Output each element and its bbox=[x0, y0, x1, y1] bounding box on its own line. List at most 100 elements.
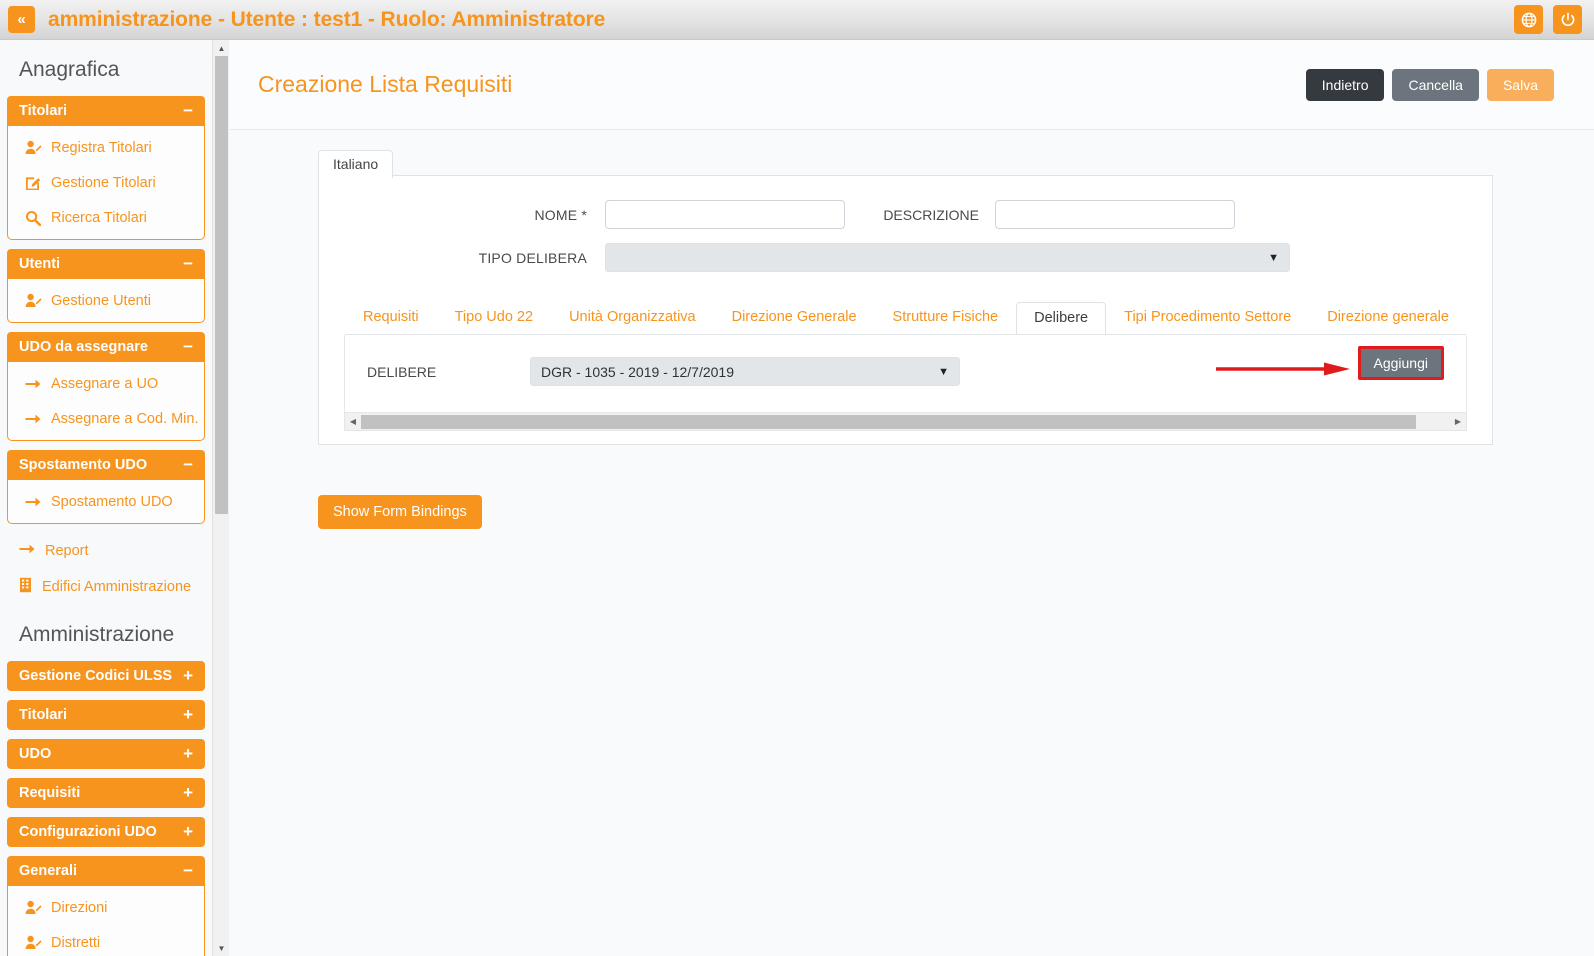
sidebar-group-label: UDO da assegnare bbox=[19, 339, 148, 355]
tab-direzione-generale[interactable]: Direzione Generale bbox=[714, 302, 875, 334]
sidebar-group-spostamento-udo: Spostamento UDO − Spostamento UDO bbox=[7, 450, 205, 524]
sidebar-group-requisiti: Requisiti + bbox=[7, 778, 205, 808]
sidebar-collapse-button[interactable]: « bbox=[8, 6, 35, 33]
sidebar-item-assegnare-a-uo[interactable]: Assegnare a UO bbox=[8, 366, 204, 401]
arrow-right-icon bbox=[24, 413, 42, 425]
page-action-buttons: Indietro Cancella Salva bbox=[1305, 68, 1554, 101]
sidebar-scrollbar[interactable]: ▲ ▼ bbox=[212, 40, 229, 956]
minus-icon: − bbox=[183, 861, 193, 880]
sidebar-item-gestione-utenti[interactable]: Gestione Utenti bbox=[8, 283, 204, 318]
arrow-right-icon bbox=[24, 378, 42, 390]
sidebar-heading-anagrafica: Anagrafica bbox=[19, 58, 120, 81]
sidebar-group-header-spostamento-udo[interactable]: Spostamento UDO − bbox=[7, 450, 205, 480]
tab-tipi-procedimento-settore[interactable]: Tipi Procedimento Settore bbox=[1106, 302, 1309, 334]
red-annotation-arrow bbox=[1216, 362, 1350, 376]
sidebar-item-registra-titolari[interactable]: Registra Titolari bbox=[8, 130, 204, 165]
sidebar-item-direzioni[interactable]: Direzioni bbox=[8, 890, 204, 925]
triangle-right-icon[interactable]: ▶ bbox=[1450, 417, 1466, 426]
sidebar-item-label: Ricerca Titolari bbox=[51, 209, 147, 226]
tipo-delibera-select[interactable]: ▼ bbox=[605, 243, 1290, 272]
triangle-down-icon[interactable]: ▼ bbox=[213, 940, 230, 956]
sidebar-item-assegnare-a-cod-min[interactable]: Assegnare a Cod. Min. bbox=[8, 401, 204, 436]
minus-icon: − bbox=[183, 455, 193, 474]
minus-icon: − bbox=[183, 254, 193, 273]
tab-tipo-udo-22[interactable]: Tipo Udo 22 bbox=[437, 302, 551, 334]
form-horizontal-scrollbar[interactable]: ◀ ▶ bbox=[344, 413, 1467, 431]
delibere-select[interactable]: DGR - 1035 - 2019 - 12/7/2019 ▼ bbox=[530, 357, 960, 386]
sidebar-item-ricerca-titolari[interactable]: Ricerca Titolari bbox=[8, 200, 204, 235]
user-add-icon bbox=[24, 935, 42, 950]
arrow-right-icon bbox=[19, 543, 35, 559]
aggiungi-button[interactable]: Aggiungi bbox=[1357, 346, 1444, 380]
sidebar-group-label: Gestione Codici ULSS bbox=[19, 668, 173, 684]
sidebar-group-label: UDO bbox=[19, 746, 52, 762]
sidebar-group-header-udo-da-assegnare[interactable]: UDO da assegnare − bbox=[7, 332, 205, 362]
sidebar-item-gestione-titolari[interactable]: Gestione Titolari bbox=[8, 165, 204, 200]
entity-tabstrip: Requisiti Tipo Udo 22 Unità Organizzativ… bbox=[345, 302, 1466, 335]
minus-icon: − bbox=[183, 337, 193, 356]
sidebar-group-gestione-codici-ulss: Gestione Codici ULSS + bbox=[7, 661, 205, 691]
sidebar-item-label: Spostamento UDO bbox=[51, 493, 173, 510]
sidebar-group-udo-da-assegnare: UDO da assegnare − Assegnare a UO Assegn… bbox=[7, 332, 205, 441]
sidebar: Anagrafica Titolari − Registra Titolari … bbox=[0, 40, 212, 956]
sidebar-group-label: Generali bbox=[19, 863, 78, 879]
show-form-bindings-button[interactable]: Show Form Bindings bbox=[318, 495, 482, 529]
descrizione-input[interactable] bbox=[995, 200, 1235, 229]
sidebar-group-header-generali[interactable]: Generali − bbox=[7, 856, 205, 886]
sidebar-item-label: Distretti bbox=[51, 934, 101, 951]
sidebar-group-body-titolari: Registra Titolari Gestione Titolari Rice… bbox=[7, 126, 205, 240]
sidebar-group-header-gestione-codici-ulss[interactable]: Gestione Codici ULSS + bbox=[7, 661, 205, 691]
sidebar-group-body-spostamento-udo: Spostamento UDO bbox=[7, 480, 205, 524]
sidebar-group-generali: Generali − Direzioni Distretti bbox=[7, 856, 205, 956]
tab-direzione-generale-2[interactable]: Direzione generale bbox=[1309, 302, 1466, 334]
sidebar-heading-amministrazione: Amministrazione bbox=[19, 623, 175, 646]
building-icon bbox=[19, 577, 32, 597]
tab-requisiti[interactable]: Requisiti bbox=[345, 302, 437, 334]
user-add-icon bbox=[24, 900, 42, 915]
sidebar-group-label: Titolari bbox=[19, 707, 68, 723]
row-tipo-delibera: TIPO DELIBERA ▼ bbox=[345, 243, 1466, 272]
delibere-pane: DELIBERE DGR - 1035 - 2019 - 12/7/2019 ▼… bbox=[344, 335, 1467, 413]
back-button[interactable]: Indietro bbox=[1305, 68, 1385, 101]
language-tab-card: Italiano NOME * DESCRIZIONE TIPO DELIBER… bbox=[318, 150, 1493, 445]
language-button[interactable] bbox=[1514, 5, 1543, 34]
power-icon bbox=[1561, 11, 1574, 26]
sidebar-item-label: Report bbox=[45, 543, 89, 559]
tab-unita-organizzativa[interactable]: Unità Organizzativa bbox=[551, 302, 714, 334]
sidebar-group-label: Requisiti bbox=[19, 785, 81, 801]
logout-button[interactable] bbox=[1553, 5, 1582, 34]
tab-strutture-fisiche[interactable]: Strutture Fisiche bbox=[875, 302, 1017, 334]
triangle-up-icon[interactable]: ▲ bbox=[213, 40, 230, 56]
descrizione-label: DESCRIZIONE bbox=[883, 206, 979, 223]
sidebar-item-report[interactable]: Report bbox=[7, 533, 205, 569]
cancel-button[interactable]: Cancella bbox=[1392, 68, 1479, 101]
nome-label: NOME * bbox=[534, 206, 587, 223]
sidebar-item-label: Assegnare a UO bbox=[51, 375, 159, 392]
triangle-left-icon[interactable]: ◀ bbox=[345, 417, 361, 426]
tab-delibere[interactable]: Delibere bbox=[1016, 302, 1107, 334]
sidebar-item-label: Assegnare a Cod. Min. bbox=[51, 410, 199, 427]
sidebar-group-header-udo[interactable]: UDO + bbox=[7, 739, 205, 769]
sidebar-group-header-requisiti[interactable]: Requisiti + bbox=[7, 778, 205, 808]
nome-input[interactable] bbox=[605, 200, 845, 229]
hscrollbar-thumb[interactable] bbox=[361, 414, 1416, 429]
tab-italiano[interactable]: Italiano bbox=[318, 150, 394, 178]
sidebar-group-utenti: Utenti − Gestione Utenti bbox=[7, 249, 205, 323]
sidebar-group-body-udo-da-assegnare: Assegnare a UO Assegnare a Cod. Min. bbox=[7, 362, 205, 441]
main-content: Creazione Lista Requisiti Indietro Cance… bbox=[230, 40, 1594, 956]
delibere-label: DELIBERE bbox=[367, 363, 437, 380]
sidebar-item-spostamento-udo[interactable]: Spostamento UDO bbox=[8, 484, 204, 519]
plus-icon: + bbox=[183, 783, 193, 802]
sidebar-scrollbar-thumb[interactable] bbox=[215, 56, 228, 514]
plus-icon: + bbox=[183, 822, 193, 841]
sidebar-group-header-titolari[interactable]: Titolari − bbox=[7, 96, 205, 126]
sidebar-group-header-utenti[interactable]: Utenti − bbox=[7, 249, 205, 279]
sidebar-group-body-generali: Direzioni Distretti bbox=[7, 886, 205, 956]
globe-icon bbox=[1521, 12, 1536, 27]
save-button[interactable]: Salva bbox=[1486, 68, 1554, 101]
sidebar-group-header-configurazioni-udo[interactable]: Configurazioni UDO + bbox=[7, 817, 205, 847]
sidebar-item-edifici-amministrazione[interactable]: Edifici Amministrazione bbox=[7, 569, 205, 605]
sidebar-group-header-titolari-admin[interactable]: Titolari + bbox=[7, 700, 205, 730]
sidebar-group-label: Configurazioni UDO bbox=[19, 824, 157, 840]
sidebar-item-distretti[interactable]: Distretti bbox=[8, 925, 204, 956]
